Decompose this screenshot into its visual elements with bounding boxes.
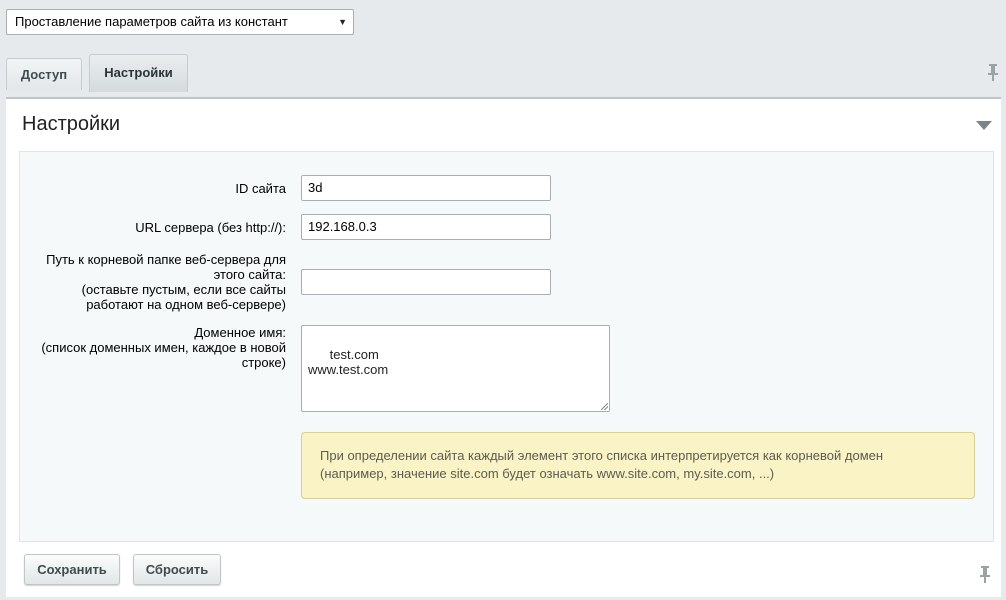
root-path-label-line3: (оставьте пустым, если все сайты (81, 282, 286, 297)
reset-button[interactable]: Сбросить (133, 554, 221, 585)
domain-textarea-value: test.com www.test.com (308, 347, 389, 377)
dropdown-arrow-icon: ▼ (338, 17, 347, 27)
domain-label: Доменное имя: (список доменных имен, каж… (41, 325, 286, 370)
root-path-label: Путь к корневой папке веб-сервера для эт… (46, 252, 286, 312)
tab-settings[interactable]: Настройки (89, 54, 188, 92)
tab-access[interactable]: Доступ (6, 58, 82, 90)
domain-hint-box: При определении сайта каждый элемент это… (301, 432, 975, 499)
site-select-value: Проставление параметров сайта из констан… (15, 14, 288, 29)
hint-line1: При определении сайта каждый элемент это… (320, 448, 884, 463)
server-url-input[interactable]: 192.168.0.3 (301, 214, 551, 240)
root-path-label-line4: работают на одном веб-сервере) (86, 297, 286, 312)
domain-label-line1: Доменное имя: (194, 325, 286, 340)
save-button[interactable]: Сохранить (24, 554, 120, 585)
domain-textarea[interactable]: test.com www.test.com (301, 325, 610, 412)
collapse-triangle-icon[interactable] (976, 121, 992, 130)
resize-grip-icon[interactable] (601, 403, 608, 410)
site-select[interactable]: Проставление параметров сайта из констан… (6, 9, 354, 35)
root-path-input[interactable] (301, 269, 551, 295)
root-path-label-line1: Путь к корневой папке веб-сервера для (46, 252, 286, 267)
domain-label-line2: (список доменных имен, каждое в новой (41, 340, 286, 355)
server-url-label: URL сервера (без http://): (135, 220, 286, 235)
site-id-input[interactable]: 3d (301, 175, 551, 201)
root-path-label-line2: этого сайта: (213, 267, 286, 282)
domain-label-line3: строке) (241, 355, 286, 370)
panel-title: Настройки (22, 113, 121, 135)
site-id-label: ID сайта (235, 181, 286, 196)
pin-icon-bottom[interactable] (978, 565, 992, 583)
pin-icon[interactable] (986, 63, 1000, 81)
hint-line2: (например, значение site.com будет означ… (320, 466, 775, 481)
settings-panel: Настройки ID сайта 3d URL сервера (без h… (6, 97, 1001, 597)
settings-form: ID сайта 3d URL сервера (без http://): 1… (19, 151, 994, 542)
